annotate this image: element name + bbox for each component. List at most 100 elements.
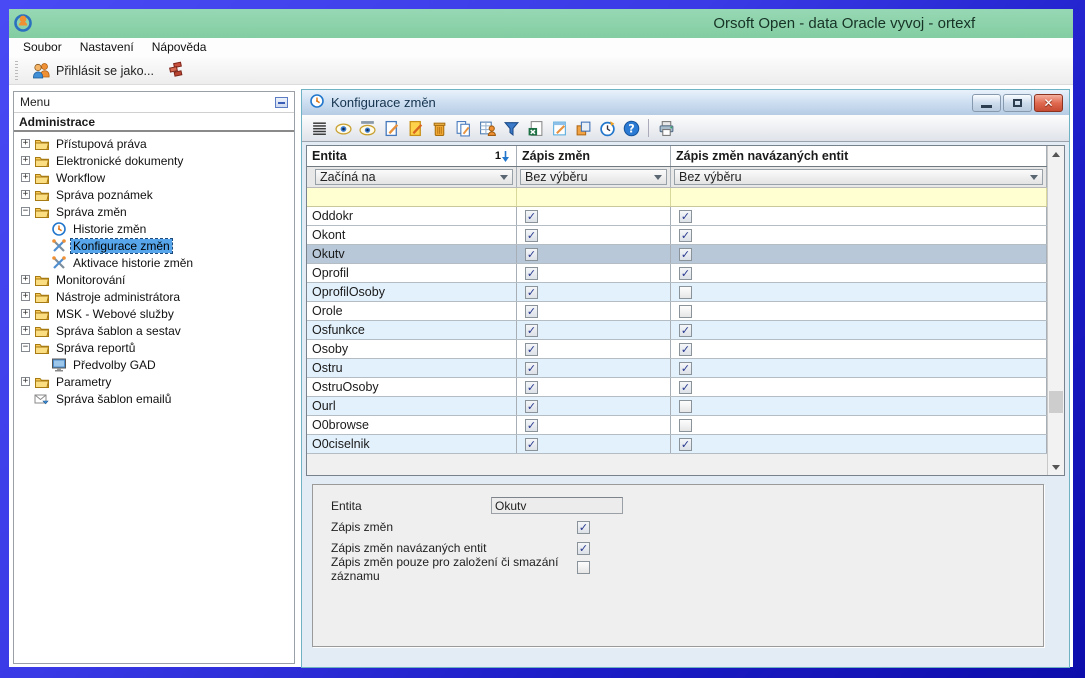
tree-item-sprava-sablon-a-sestav[interactable]: +Správa šablon a sestav bbox=[14, 322, 294, 339]
tree-item-aktivace-historie-zmen[interactable]: Aktivace historie změn bbox=[14, 254, 294, 271]
navazane-checkbox-unchecked[interactable] bbox=[679, 419, 692, 432]
zapis-checkbox-checked[interactable]: ✓ bbox=[525, 381, 538, 394]
pages-button[interactable] bbox=[572, 117, 594, 139]
trash-button[interactable] bbox=[428, 117, 450, 139]
zapis-checkbox-checked[interactable]: ✓ bbox=[525, 248, 538, 261]
zapis-zmen-checkbox-checked[interactable]: ✓ bbox=[577, 521, 590, 534]
tree-item-sprava-zmen[interactable]: −Správa změn bbox=[14, 203, 294, 220]
expand-icon[interactable]: + bbox=[21, 292, 30, 301]
grid-row-oddokr[interactable]: Oddokr✓✓ bbox=[307, 207, 1047, 226]
column-header-zapis-zmen[interactable]: Zápis změn bbox=[517, 146, 671, 166]
panel-collapse-icon[interactable] bbox=[275, 97, 288, 108]
grid-row-oprofil[interactable]: Oprofil✓✓ bbox=[307, 264, 1047, 283]
zapis-checkbox-checked[interactable]: ✓ bbox=[525, 362, 538, 375]
grid-row-orole[interactable]: Orole✓ bbox=[307, 302, 1047, 321]
grid-row-ourl[interactable]: Ourl✓ bbox=[307, 397, 1047, 416]
column-header-entita[interactable]: Entita 1 bbox=[307, 146, 517, 166]
navazane-checkbox-checked[interactable]: ✓ bbox=[679, 267, 692, 280]
doc-copy-button[interactable] bbox=[452, 117, 474, 139]
collapse-icon[interactable]: − bbox=[21, 207, 30, 216]
zapis-checkbox-checked[interactable]: ✓ bbox=[525, 305, 538, 318]
printer-button[interactable] bbox=[655, 117, 677, 139]
tree-item-pristupova-prava[interactable]: +Přístupová práva bbox=[14, 135, 294, 152]
tree-item-parametry[interactable]: +Parametry bbox=[14, 373, 294, 390]
tree-item-sprava-reportu[interactable]: −Správa reportů bbox=[14, 339, 294, 356]
table-user-button[interactable] bbox=[476, 117, 498, 139]
expand-icon[interactable]: + bbox=[21, 309, 30, 318]
grid-row-okutv[interactable]: Okutv✓✓ bbox=[307, 245, 1047, 264]
collapse-icon[interactable]: − bbox=[21, 343, 30, 352]
tree-item-workflow[interactable]: +Workflow bbox=[14, 169, 294, 186]
help-button[interactable]: ? bbox=[620, 117, 642, 139]
navazane-checkbox-checked[interactable]: ✓ bbox=[679, 229, 692, 242]
tree-item-monitorovani[interactable]: +Monitorování bbox=[14, 271, 294, 288]
search-input-navazane[interactable] bbox=[671, 188, 1047, 206]
excel-button[interactable] bbox=[524, 117, 546, 139]
menu-nastaveni[interactable]: Nastavení bbox=[71, 39, 143, 56]
close-button[interactable]: ✕ bbox=[1034, 94, 1063, 112]
clock-run-button[interactable] bbox=[596, 117, 618, 139]
filter-dropdown-navazane[interactable]: Bez výběru bbox=[674, 169, 1043, 185]
zapis-checkbox-checked[interactable]: ✓ bbox=[525, 286, 538, 299]
zapis-zmen-navazanych-entit-checkbox-checked[interactable]: ✓ bbox=[577, 542, 590, 555]
note-edit-button[interactable] bbox=[548, 117, 570, 139]
navazane-checkbox-unchecked[interactable] bbox=[679, 400, 692, 413]
expand-icon[interactable]: + bbox=[21, 275, 30, 284]
restore-button[interactable] bbox=[1003, 94, 1032, 112]
child-titlebar[interactable]: Konfigurace změn ✕ bbox=[302, 90, 1069, 115]
list-button[interactable] bbox=[308, 117, 330, 139]
navazane-checkbox-checked[interactable]: ✓ bbox=[679, 438, 692, 451]
tree-item-msk-webove-sluzby[interactable]: +MSK - Webové služby bbox=[14, 305, 294, 322]
column-header-navazane[interactable]: Zápis změn navázaných entit bbox=[671, 146, 1047, 166]
tree-item-konfigurace-zmen[interactable]: Konfigurace změn bbox=[14, 237, 294, 254]
zapis-checkbox-checked[interactable]: ✓ bbox=[525, 419, 538, 432]
navazane-checkbox-checked[interactable]: ✓ bbox=[679, 248, 692, 261]
tree-item-sprava-sablon-emailu[interactable]: Správa šablon emailů bbox=[14, 390, 294, 407]
search-input-entita[interactable] bbox=[307, 188, 517, 206]
navazane-checkbox-checked[interactable]: ✓ bbox=[679, 381, 692, 394]
search-input-zapis[interactable] bbox=[517, 188, 671, 206]
grid-row-osoby[interactable]: Osoby✓✓ bbox=[307, 340, 1047, 359]
menu-soubor[interactable]: Soubor bbox=[14, 39, 71, 56]
scroll-down-icon[interactable] bbox=[1048, 459, 1064, 475]
login-as-button[interactable]: Přihlásit se jako... bbox=[26, 60, 160, 81]
tree-item-sprava-poznamek[interactable]: +Správa poznámek bbox=[14, 186, 294, 203]
tree-item-elektronicke-dokumenty[interactable]: +Elektronické dokumenty bbox=[14, 152, 294, 169]
navazane-checkbox-checked[interactable]: ✓ bbox=[679, 210, 692, 223]
eye-button[interactable] bbox=[332, 117, 354, 139]
expand-icon[interactable]: + bbox=[21, 173, 30, 182]
menu-napoveda[interactable]: Nápověda bbox=[143, 39, 216, 56]
zapis-checkbox-checked[interactable]: ✓ bbox=[525, 267, 538, 280]
zapis-checkbox-checked[interactable]: ✓ bbox=[525, 229, 538, 242]
filter-dropdown-entita[interactable]: Začíná na bbox=[315, 169, 513, 185]
expand-icon[interactable]: + bbox=[21, 377, 30, 386]
zapis-checkbox-checked[interactable]: ✓ bbox=[525, 343, 538, 356]
grid-row-okont[interactable]: Okont✓✓ bbox=[307, 226, 1047, 245]
grid-row-osfunkce[interactable]: Osfunkce✓✓ bbox=[307, 321, 1047, 340]
grid-row-o0browse[interactable]: O0browse✓ bbox=[307, 416, 1047, 435]
grid-row-oprofilosoby[interactable]: OprofilOsoby✓ bbox=[307, 283, 1047, 302]
zapis-checkbox-checked[interactable]: ✓ bbox=[525, 324, 538, 337]
navazane-checkbox-unchecked[interactable] bbox=[679, 305, 692, 318]
navazane-checkbox-checked[interactable]: ✓ bbox=[679, 343, 692, 356]
tree-item-nastroje-administratora[interactable]: +Nástroje administrátora bbox=[14, 288, 294, 305]
navazane-checkbox-checked[interactable]: ✓ bbox=[679, 362, 692, 375]
scrollbar-thumb[interactable] bbox=[1049, 391, 1063, 413]
detail-field-entita[interactable]: Okutv bbox=[491, 497, 623, 514]
filter-dropdown-zapis[interactable]: Bez výběru bbox=[520, 169, 667, 185]
expand-icon[interactable]: + bbox=[21, 156, 30, 165]
zapis-checkbox-checked[interactable]: ✓ bbox=[525, 210, 538, 223]
eye-columns-button[interactable] bbox=[356, 117, 378, 139]
expand-icon[interactable]: + bbox=[21, 326, 30, 335]
zapis-checkbox-checked[interactable]: ✓ bbox=[525, 400, 538, 413]
tree-item-historie-zmen[interactable]: Historie změn bbox=[14, 220, 294, 237]
grid-row-o0ciselnik[interactable]: O0ciselnik✓✓ bbox=[307, 435, 1047, 454]
toolbar-grip[interactable] bbox=[15, 61, 18, 81]
doc-edit-button[interactable] bbox=[404, 117, 426, 139]
expand-icon[interactable]: + bbox=[21, 139, 30, 148]
doc-new-button[interactable] bbox=[380, 117, 402, 139]
bricks-icon[interactable] bbox=[166, 61, 184, 81]
zapis-checkbox-checked[interactable]: ✓ bbox=[525, 438, 538, 451]
navazane-checkbox-unchecked[interactable] bbox=[679, 286, 692, 299]
expand-icon[interactable]: + bbox=[21, 190, 30, 199]
